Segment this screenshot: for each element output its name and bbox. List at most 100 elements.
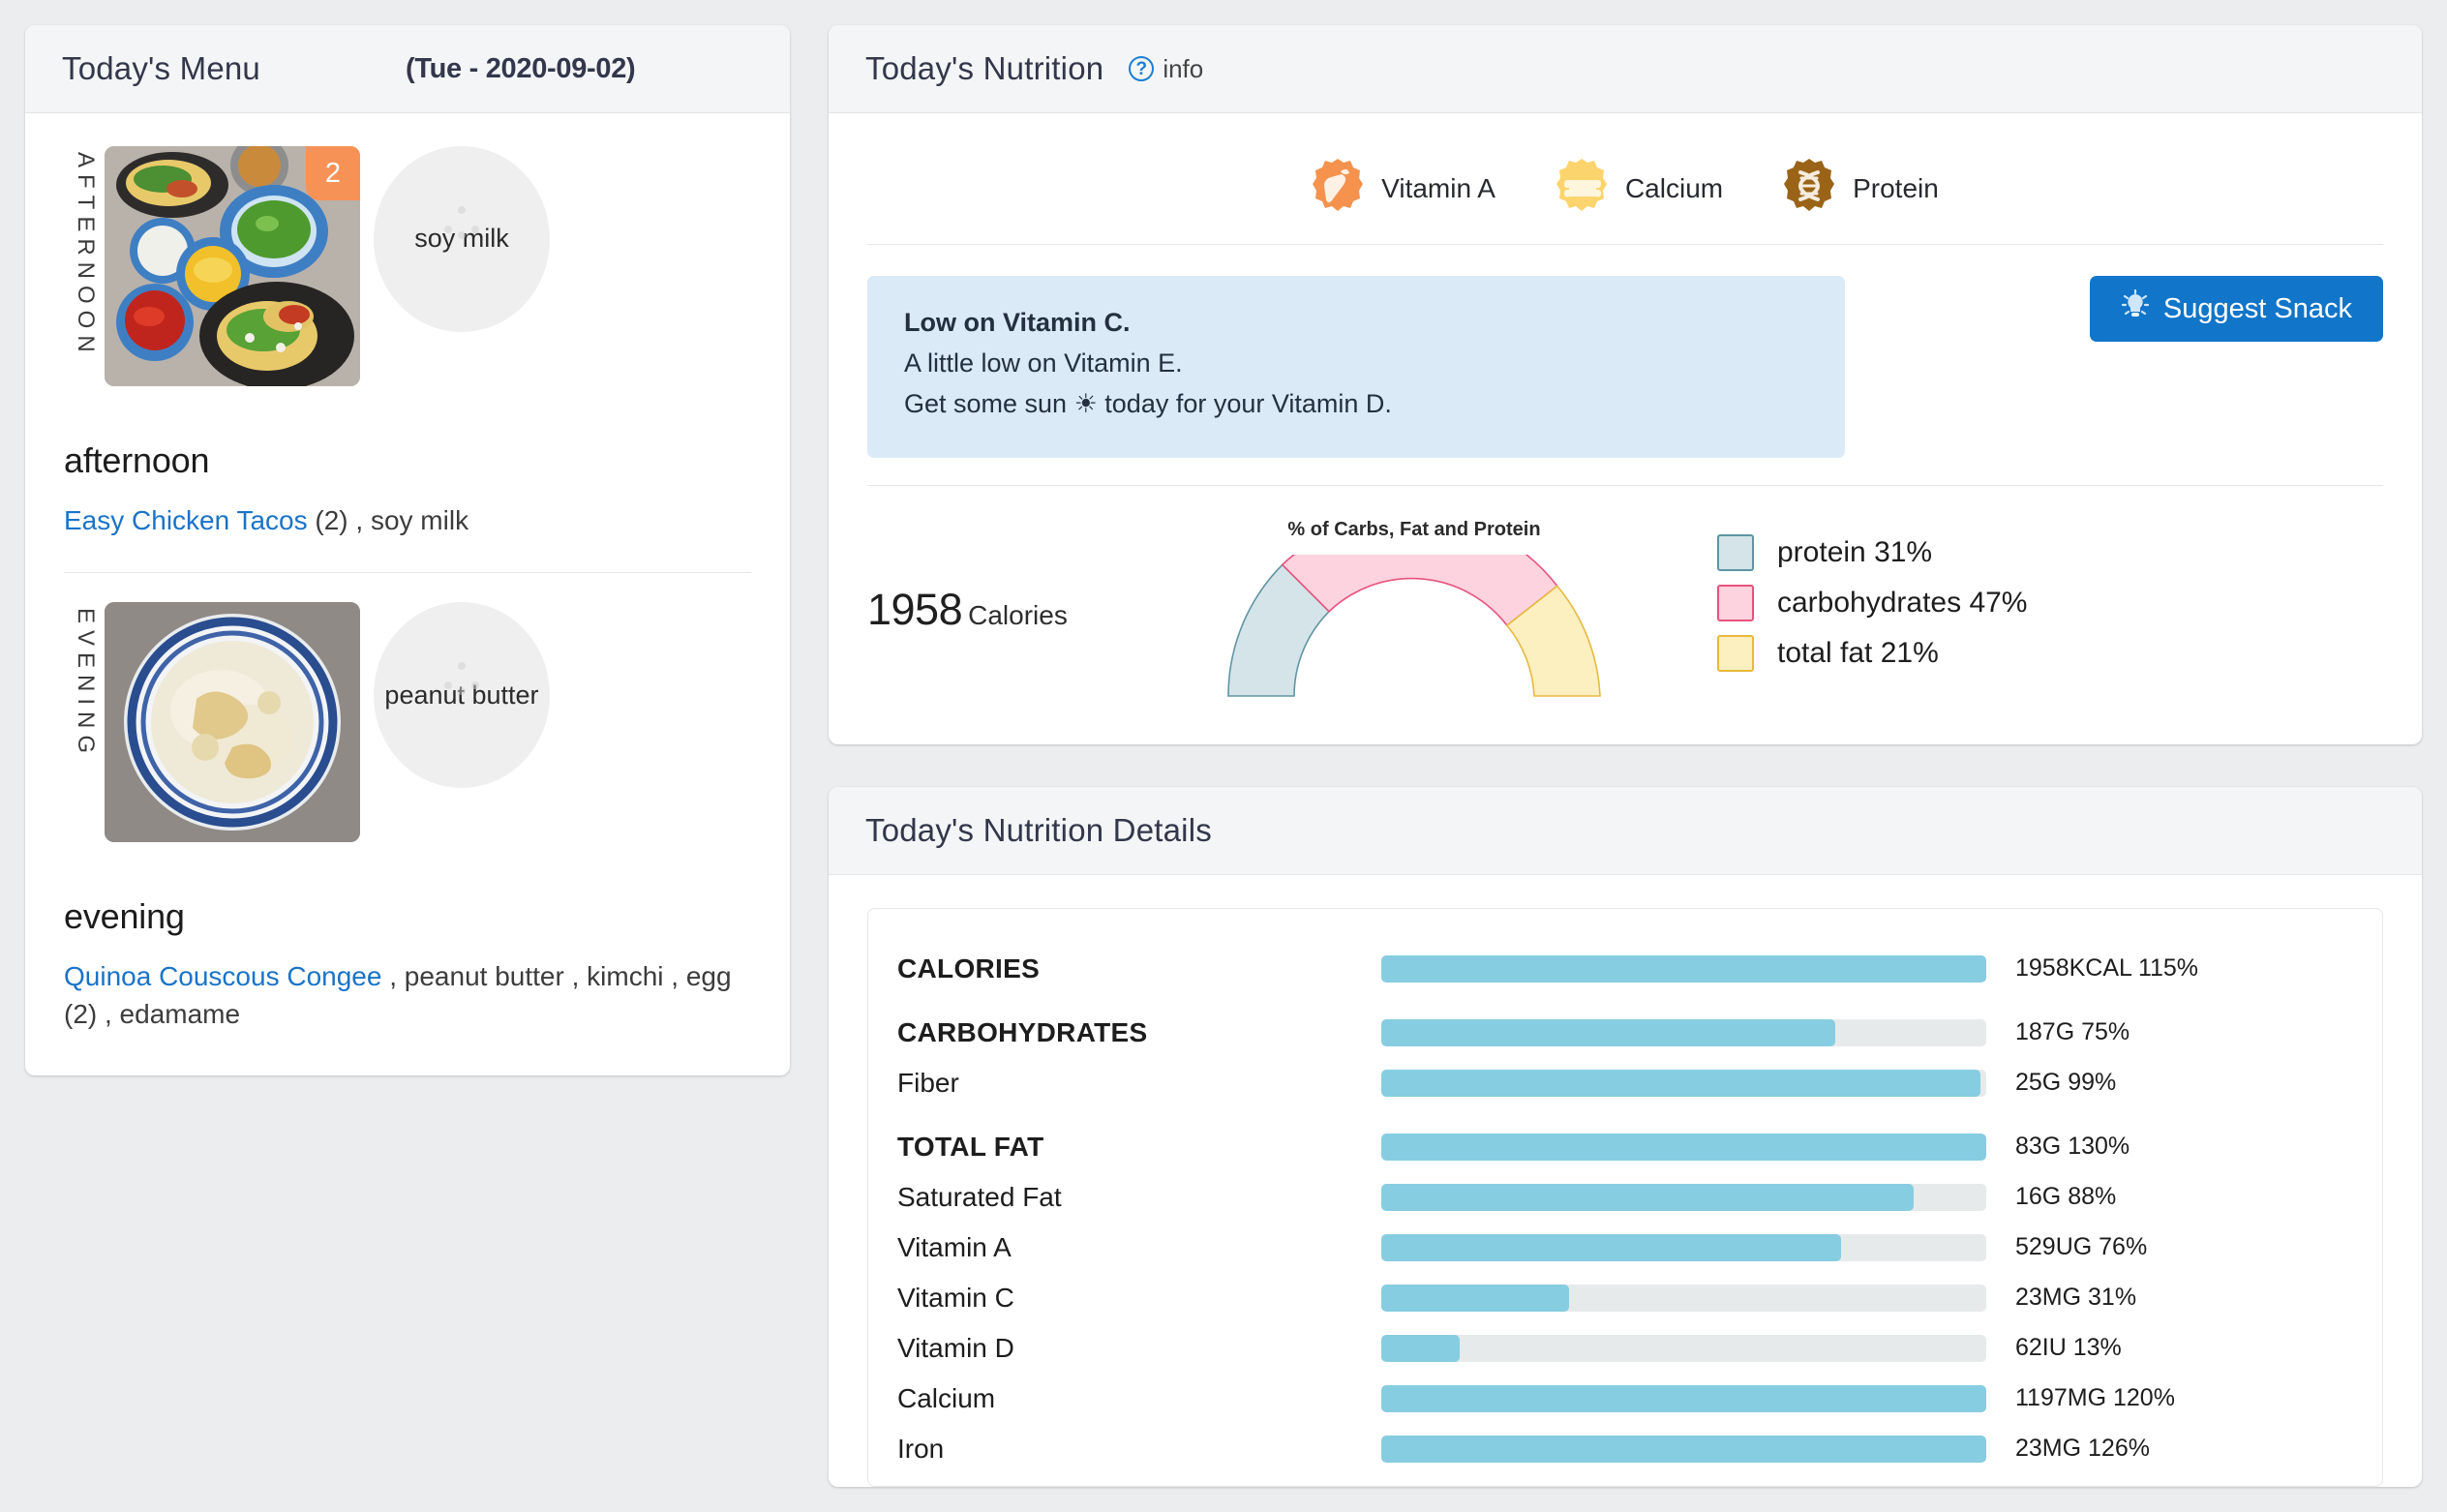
suggest-snack-button[interactable]: Suggest Snack	[2089, 276, 2383, 342]
badge-label: Protein	[1853, 172, 1939, 203]
food-dots-icon	[433, 656, 491, 710]
meal-items-rest: (2) , soy milk	[307, 505, 469, 535]
legend-item-protein: protein 31%	[1717, 534, 2028, 572]
nutrient-label: Vitamin D	[897, 1332, 1014, 1363]
dashboard-page: Today's Menu (Tue - 2020-09-02) AFTERNOO…	[0, 0, 2447, 1512]
info-label: info	[1163, 53, 1204, 83]
suggest-snack-label: Suggest Snack	[2162, 292, 2352, 324]
advice-line-3: Get some sun ☀ today for your Vitamin D.	[904, 388, 1392, 418]
congee-photo[interactable]	[105, 602, 360, 843]
todays-menu-card: Today's Menu (Tue - 2020-09-02) AFTERNOO…	[25, 25, 790, 1076]
nutrient-label: Vitamin C	[897, 1282, 1014, 1313]
legend-item-total-fat: total fat 21%	[1717, 635, 2028, 673]
menu-date: (Tue - 2020-09-02)	[405, 52, 636, 84]
nutrient-progress-track	[1381, 1018, 1986, 1046]
table-row: Vitamin A 529UG 76%	[897, 1223, 2353, 1273]
meal-photo-wrap[interactable]: 2	[105, 146, 360, 386]
meal-items: Easy Chicken Tacos (2) , soy milk	[64, 502, 751, 539]
menu-divider	[64, 572, 751, 574]
nutrient-progress-fill	[1381, 1435, 1986, 1463]
left-column: Today's Menu (Tue - 2020-09-02) AFTERNOO…	[25, 25, 790, 1487]
nutrient-value: 62IU 13%	[2015, 1334, 2122, 1362]
recipe-link[interactable]: Easy Chicken Tacos	[64, 505, 308, 535]
legend-swatch	[1717, 534, 1754, 572]
nutrient-value: 25G 99%	[2015, 1069, 2117, 1097]
table-row: Vitamin D 62IU 13%	[897, 1323, 2353, 1374]
nutrient-progress-track	[1381, 1233, 1986, 1261]
nutrient-progress-track	[1381, 954, 1986, 983]
legend-label: total fat 21%	[1777, 637, 1939, 670]
nutrient-progress-fill	[1381, 1133, 1986, 1161]
badge-protein[interactable]: Protein	[1783, 158, 1939, 219]
todays-nutrition-card: Today's Nutrition ? info Vitamin A Calci…	[829, 25, 2422, 744]
meal-block-afternoon: AFTERNOON 2 soy milk afternoon Easy Chic…	[64, 146, 751, 539]
nutrient-label: Vitamin A	[897, 1231, 1012, 1262]
nutrient-progress-track	[1381, 1284, 1986, 1312]
badge-vitamin-a[interactable]: Vitamin A	[1312, 158, 1495, 219]
gauge-svg	[1227, 554, 1601, 697]
calories-block: 1958 Calories	[867, 585, 1187, 635]
nutrient-progress-track	[1381, 1384, 1986, 1412]
table-row: TOTAL FAT 83G 130%	[897, 1122, 2353, 1172]
nutrient-progress-fill	[1381, 1069, 1980, 1097]
nutrition-table: CALORIES 1958KCAL 115% CARBOHYDRATES 187G 7…	[867, 907, 2383, 1487]
legend-label: protein 31%	[1777, 536, 1933, 569]
table-row: Fiber 25G 99%	[897, 1058, 2353, 1108]
table-row: CALORIES 1958KCAL 115%	[897, 944, 2353, 994]
nutrient-progress-track	[1381, 1069, 1986, 1097]
nutrient-label: CARBOHYDRATES	[897, 1016, 1148, 1047]
legend-item-carbohydrates: carbohydrates 47%	[1717, 585, 2028, 622]
nutrient-value: 23MG 31%	[2015, 1284, 2137, 1312]
nutrient-label: Calcium	[897, 1382, 996, 1413]
legend-label: carbohydrates 47%	[1777, 587, 2028, 620]
nutrient-progress-fill	[1381, 1384, 1986, 1412]
quantity-badge: 2	[306, 146, 360, 200]
nutrition-title: Today's Nutrition	[865, 50, 1104, 86]
nutrition-card-body: Vitamin A Calcium Protein Low on Vitamin…	[829, 113, 2422, 744]
nutrient-value: 529UG 76%	[2015, 1233, 2148, 1261]
legend-swatch	[1717, 585, 1754, 622]
macro-gauge-chart: % of Carbs, Fat and Protein	[1187, 519, 1642, 702]
nutrient-label: Iron	[897, 1433, 945, 1464]
nutrient-label: Fiber	[897, 1067, 959, 1098]
advice-line-1: Low on Vitamin C.	[904, 308, 1131, 337]
table-row: Calcium 1197MG 120%	[897, 1374, 2353, 1424]
advice-row: Low on Vitamin C. A little low on Vitami…	[867, 245, 2383, 485]
badge-calcium[interactable]: Calcium	[1556, 158, 1723, 219]
meal-photo-wrap[interactable]	[105, 602, 360, 843]
info-button[interactable]: ? info	[1129, 54, 1203, 84]
nutrient-label: Saturated Fat	[897, 1181, 1062, 1212]
carrot-icon	[1312, 158, 1364, 219]
nutrient-value: 16G 88%	[2015, 1183, 2117, 1211]
table-row: Iron 23MG 126%	[897, 1424, 2353, 1474]
menu-card-body: AFTERNOON 2 soy milk afternoon Easy Chic…	[25, 113, 790, 1075]
nutrient-progress-track	[1381, 1133, 1986, 1161]
details-title: Today's Nutrition Details	[865, 811, 1212, 848]
side-item-pill[interactable]: soy milk	[374, 146, 550, 332]
meal-name: evening	[64, 896, 185, 937]
menu-card-header: Today's Menu (Tue - 2020-09-02)	[25, 25, 790, 113]
lightbulb-icon	[2121, 288, 2150, 328]
badge-label: Vitamin A	[1381, 172, 1495, 203]
nutrition-card-header: Today's Nutrition ? info	[829, 25, 2422, 113]
advice-line-2: A little low on Vitamin E.	[904, 348, 1183, 378]
nutrient-progress-track	[1381, 1435, 1986, 1463]
calories-value: 1958	[867, 585, 963, 635]
meal-media-row: AFTERNOON 2 soy milk	[64, 146, 751, 386]
meal-vertical-label: AFTERNOON	[73, 152, 99, 359]
bone-icon	[1556, 158, 1608, 219]
nutrient-label: TOTAL FAT	[897, 1131, 1044, 1162]
table-row: Vitamin C 23MG 31%	[897, 1273, 2353, 1323]
macro-legend: protein 31% carbohydrates 47% total fat …	[1717, 534, 2028, 685]
side-item-pill[interactable]: peanut butter	[374, 602, 550, 789]
advice-box: Low on Vitamin C. A little low on Vitami…	[867, 276, 1845, 458]
nutrient-value: 1958KCAL 115%	[2015, 954, 2199, 983]
meal-block-evening: EVENING peanut butter evening Quinoa Cou…	[64, 602, 751, 1033]
nutrient-progress-fill	[1381, 1284, 1569, 1312]
recipe-link[interactable]: Quinoa Couscous Congee	[64, 961, 381, 991]
nutrient-progress-fill	[1381, 1233, 1841, 1261]
badge-label: Calcium	[1624, 172, 1724, 203]
meal-items: Quinoa Couscous Congee , peanut butter ,…	[64, 958, 751, 1033]
food-dots-icon	[433, 200, 491, 254]
meal-name: afternoon	[64, 440, 210, 480]
